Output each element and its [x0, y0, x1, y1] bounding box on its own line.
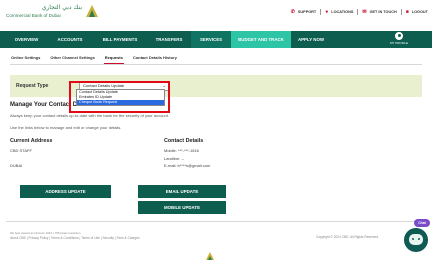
profile-label: MY PROFILE: [389, 41, 409, 45]
logo-arabic: بنك دبي التجاري: [41, 4, 82, 11]
user-icon: [395, 32, 403, 40]
mobile-update-button[interactable]: MOBILE UPDATE: [138, 201, 226, 214]
landline-value: Landline: --: [164, 156, 185, 161]
logo-text: بنك دبي التجاري Commercial Bank of Dubai: [6, 4, 82, 19]
nav-services[interactable]: SERVICES: [191, 31, 231, 48]
mail-icon: ✉: [362, 8, 367, 15]
address-update-button[interactable]: ADDRESS UPDATE: [20, 185, 111, 198]
footer-note: We best viewed at minimum 1024 x 768 pix…: [10, 231, 81, 235]
logo-mark-icon: [206, 252, 214, 260]
divider: [6, 221, 426, 222]
divider: [10, 64, 422, 65]
tab-other-channel-settings[interactable]: Other Channel Settings: [49, 53, 95, 63]
mobile-value: Mobile: ***-***-1616: [164, 148, 199, 153]
locations-link[interactable]: LOCATIONS: [331, 10, 353, 14]
divider: [400, 9, 402, 15]
nav-transfers[interactable]: TRANSFERS: [147, 31, 191, 48]
copyright: Copyright © 2024 CBD. All Rights Reserve…: [316, 235, 379, 239]
highlight-box: [69, 81, 170, 113]
email-update-button[interactable]: EMAIL UPDATE: [138, 185, 226, 198]
page: بنك دبي التجاري Commercial Bank of Dubai…: [0, 0, 432, 260]
logo-mark-icon: [86, 5, 98, 17]
divider: [357, 9, 359, 15]
footer-links[interactable]: About CBD | Privacy Policy | Terms & Con…: [10, 236, 140, 240]
address-line: CBD STAFF: [10, 148, 32, 153]
bank-logo[interactable]: بنك دبي التجاري Commercial Bank of Dubai: [6, 4, 99, 19]
chat-face: [409, 234, 423, 245]
chat-badge[interactable]: Chat: [414, 219, 430, 227]
phone-icon: ✆: [290, 8, 295, 15]
logo-english: Commercial Bank of Dubai: [6, 13, 61, 18]
get-in-touch-link[interactable]: GET IN TOUCH: [370, 10, 397, 14]
tab-contact-details-history[interactable]: Contact Details History: [132, 53, 178, 63]
main-nav: OVERVIEW ACCOUNTS BILL PAYMENTS TRANSFER…: [0, 31, 432, 48]
tab-online-settings[interactable]: Online Settings: [10, 53, 41, 63]
divider: [320, 9, 322, 15]
top-links: ✆ SUPPORT ● LOCATIONS ✉ GET IN TOUCH ■ L…: [291, 9, 428, 15]
address-line: DUBAI: [10, 163, 23, 168]
links-text: Use the links below to manage and edit o…: [10, 125, 122, 130]
tab-requests[interactable]: Requests: [103, 53, 124, 64]
current-address-heading: Current Address: [10, 138, 53, 144]
support-link[interactable]: SUPPORT: [298, 10, 316, 14]
contact-details-heading: Contact Details: [164, 138, 204, 144]
my-profile-button[interactable]: MY PROFILE: [384, 32, 414, 47]
nav-bill-payments[interactable]: BILL PAYMENTS: [93, 31, 147, 48]
email-value: E-mail: b****s@gmail.com: [164, 163, 211, 168]
nav-apply-now[interactable]: APPLY NOW: [291, 31, 331, 48]
sub-tabs: Online Settings Other Channel Settings R…: [10, 53, 422, 64]
nav-accounts[interactable]: ACCOUNTS: [47, 31, 93, 48]
request-type-label: Request Type: [16, 83, 49, 89]
nav-overview[interactable]: OVERVIEW: [6, 31, 47, 48]
intro-text: Always keep your contact details up-to-d…: [10, 113, 169, 118]
nav-budget-and-track[interactable]: BUDGET AND TRACK: [231, 31, 291, 48]
lock-icon: ■: [405, 8, 409, 15]
pin-icon: ●: [325, 8, 329, 15]
logout-link[interactable]: LOGOUT: [412, 10, 428, 14]
chat-bot-icon[interactable]: [404, 228, 428, 252]
